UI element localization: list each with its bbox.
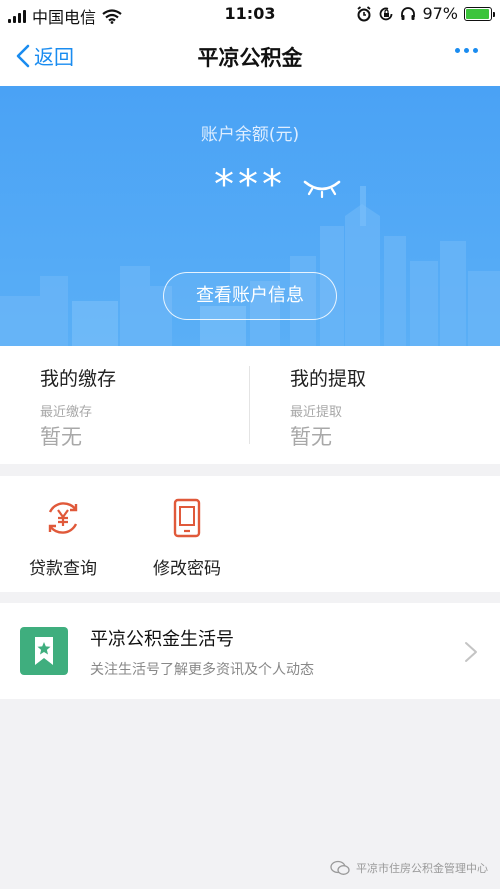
battery-icon: [464, 6, 495, 21]
rotation-lock-icon: [380, 7, 393, 20]
battery-percent: 97%: [422, 4, 458, 23]
watermark: 平凉市住房公积金管理中心: [330, 860, 488, 876]
loan-yuan-icon: [48, 502, 78, 534]
withdraw-sub-label: 最近提取: [290, 405, 343, 420]
life-account-card[interactable]: 平凉公积金生活号 关注生活号了解更多资讯及个人动态: [0, 603, 500, 699]
wechat-icon: [330, 860, 350, 875]
status-right: 97%: [356, 4, 495, 23]
bookmark-star-icon: [20, 627, 68, 675]
balance-panel: 账户余额(元) *** 查看账户信息: [0, 86, 500, 346]
change-password-button[interactable]: 修改密码: [137, 498, 237, 579]
withdraw-value: 暂无: [290, 425, 332, 449]
status-bar: 中国电信 11:03 97%: [0, 0, 500, 28]
life-account-title: 平凉公积金生活号: [90, 629, 234, 650]
records-panel: 我的缴存 最近缴存 暂无 我的提取 最近提取 暂无: [0, 346, 500, 464]
deposit-title: 我的缴存: [40, 368, 117, 390]
watermark-text: 平凉市住房公积金管理中心: [356, 862, 488, 875]
alarm-icon: [357, 5, 371, 21]
deposit-sub-label: 最近缴存: [40, 405, 93, 420]
view-account-info-button[interactable]: 查看账户信息: [163, 272, 337, 320]
more-dots-icon[interactable]: [455, 48, 478, 53]
balance-label: 账户余额(元): [200, 125, 300, 145]
deposit-value: 暂无: [40, 425, 82, 449]
headphones-icon: [401, 6, 416, 20]
chevron-right-icon: [465, 642, 477, 662]
withdraw-record[interactable]: 我的提取 最近提取 暂无: [250, 346, 500, 464]
page-title: 平凉公积金: [197, 46, 303, 70]
loan-query-label: 贷款查询: [29, 559, 97, 579]
life-account-subtitle: 关注生活号了解更多资讯及个人动态: [90, 662, 314, 678]
withdraw-title: 我的提取: [290, 368, 367, 390]
eye-closed-icon[interactable]: [302, 178, 342, 198]
services-panel: 贷款查询 修改密码: [0, 476, 500, 592]
loan-query-button[interactable]: 贷款查询: [13, 498, 113, 579]
navigation-bar: 返回 平凉公积金: [0, 28, 500, 86]
balance-masked-value: ***: [214, 162, 286, 208]
city-skyline-illustration: [0, 186, 500, 346]
phone-password-icon: [173, 498, 201, 538]
change-password-label: 修改密码: [153, 559, 221, 579]
deposit-record[interactable]: 我的缴存 最近缴存 暂无: [0, 346, 250, 464]
